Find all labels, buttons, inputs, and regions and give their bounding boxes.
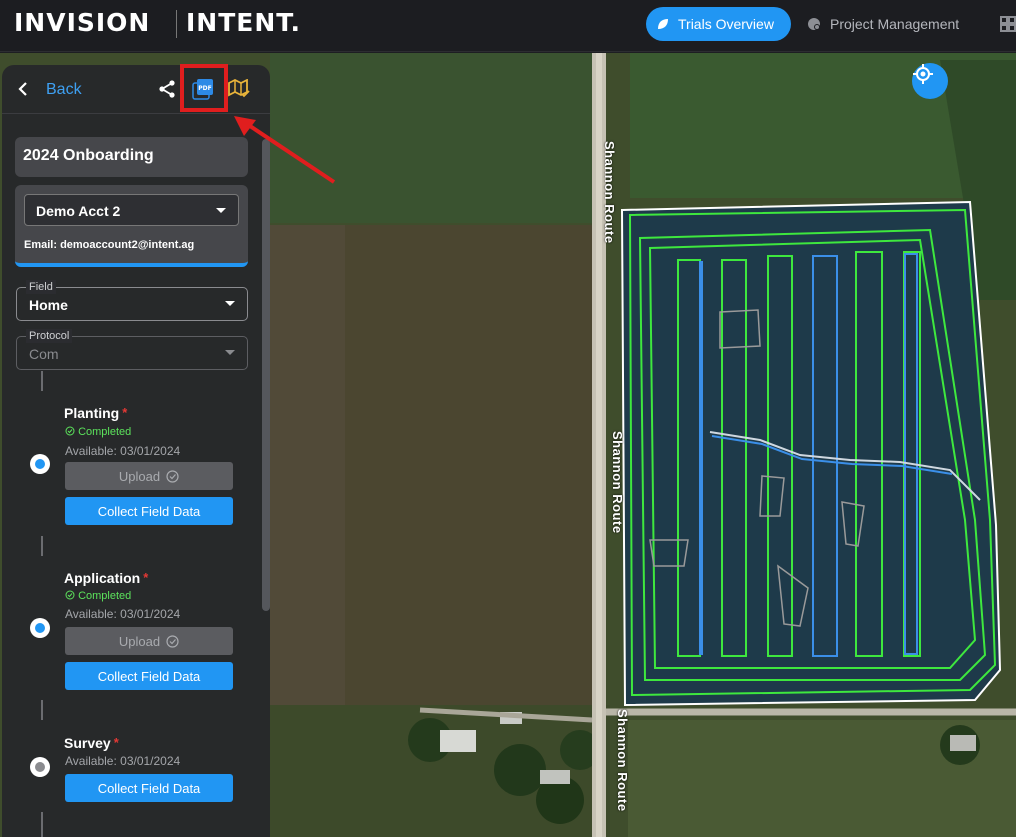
invision-logo: INVISION bbox=[14, 8, 151, 37]
project-icon bbox=[808, 18, 820, 30]
collect-field-data-button[interactable]: Collect Field Data bbox=[65, 662, 233, 690]
step-title-text: Survey bbox=[64, 735, 111, 751]
upload-button: Upload bbox=[65, 627, 233, 655]
account-select-value: Demo Acct 2 bbox=[36, 203, 121, 219]
collect-field-data-button[interactable]: Collect Field Data bbox=[65, 497, 233, 525]
step-title: Planting * bbox=[64, 405, 127, 421]
nav-trials-overview-label: Trials Overview bbox=[678, 16, 774, 32]
caret-down-icon bbox=[216, 208, 226, 213]
step-status-text: Completed bbox=[78, 426, 132, 438]
account-email: Email: demoaccount2@intent.ag bbox=[24, 239, 195, 251]
radio-dot bbox=[35, 762, 45, 772]
map-check-icon[interactable] bbox=[228, 79, 250, 99]
step-title: Survey * bbox=[64, 735, 119, 751]
check-circle-icon bbox=[65, 426, 75, 436]
required-marker: * bbox=[122, 405, 128, 420]
step-radio[interactable] bbox=[30, 454, 50, 474]
trial-title: 2024 Onboarding bbox=[15, 137, 248, 177]
step-available-date: Available: 03/01/2024 bbox=[65, 444, 181, 458]
step-radio[interactable] bbox=[30, 618, 50, 638]
chevron-left-icon[interactable] bbox=[16, 80, 30, 98]
collect-field-data-button[interactable]: Collect Field Data bbox=[65, 774, 233, 802]
timeline-connector bbox=[41, 371, 43, 391]
required-marker: * bbox=[143, 570, 149, 585]
protocol-select: Protocol Com bbox=[16, 329, 248, 370]
step-available-date: Available: 03/01/2024 bbox=[65, 754, 181, 768]
intent-logo: INTENT. bbox=[186, 8, 302, 37]
crosshair-icon bbox=[913, 64, 933, 84]
panel-scrollbar[interactable] bbox=[262, 139, 270, 611]
nav-project-management[interactable]: Project Management bbox=[806, 7, 959, 41]
required-marker: * bbox=[113, 735, 119, 750]
share-icon[interactable] bbox=[157, 79, 177, 99]
check-circle-icon bbox=[166, 634, 179, 648]
pdf-highlight-box bbox=[180, 64, 228, 112]
nav-project-management-label: Project Management bbox=[830, 16, 960, 32]
upload-button-label: Upload bbox=[118, 468, 161, 484]
annotation-arrow-icon bbox=[234, 116, 336, 184]
field-select-label: Field bbox=[26, 280, 56, 294]
timeline-connector bbox=[41, 700, 43, 720]
step-title-text: Planting bbox=[64, 405, 120, 421]
step-available-date: Available: 03/01/2024 bbox=[65, 607, 181, 621]
road-label: Shannon Route bbox=[610, 431, 625, 534]
road-label: Shannon Route bbox=[615, 709, 630, 812]
nav-trials-overview[interactable]: Trials Overview bbox=[646, 7, 791, 41]
panel-header: Back PDF bbox=[2, 65, 270, 114]
check-circle-icon bbox=[65, 590, 75, 600]
road-label: Shannon Route bbox=[602, 141, 617, 244]
locate-button[interactable] bbox=[912, 63, 948, 99]
brand-divider bbox=[176, 10, 177, 38]
upload-button: Upload bbox=[65, 462, 233, 490]
timeline-connector bbox=[41, 536, 43, 556]
timeline-connector bbox=[41, 812, 43, 837]
step-status: Completed bbox=[65, 590, 131, 602]
upload-button-label: Upload bbox=[118, 633, 161, 649]
grid-icon[interactable] bbox=[1000, 16, 1016, 32]
back-button[interactable]: Back bbox=[46, 81, 82, 99]
check-circle-icon bbox=[166, 469, 179, 483]
field-select[interactable]: Field Home bbox=[16, 280, 248, 321]
account-card: Demo Acct 2 Email: demoaccount2@intent.a… bbox=[15, 185, 248, 267]
protocol-select-value: Com bbox=[29, 346, 59, 362]
caret-down-icon bbox=[225, 350, 235, 355]
protocol-select-label: Protocol bbox=[26, 329, 73, 343]
caret-down-icon bbox=[225, 301, 235, 306]
radio-dot bbox=[35, 459, 45, 469]
step-title-text: Application bbox=[64, 570, 141, 586]
account-select[interactable]: Demo Acct 2 bbox=[24, 194, 239, 226]
step-title: Application * bbox=[64, 570, 148, 586]
step-radio[interactable] bbox=[30, 757, 50, 777]
step-status-text: Completed bbox=[78, 590, 132, 602]
step-status: Completed bbox=[65, 426, 131, 438]
field-select-value: Home bbox=[29, 297, 68, 313]
leaf-icon bbox=[658, 19, 668, 29]
radio-dot bbox=[35, 623, 45, 633]
top-bar: INVISION INTENT. Trials Overview Project… bbox=[0, 0, 1016, 52]
